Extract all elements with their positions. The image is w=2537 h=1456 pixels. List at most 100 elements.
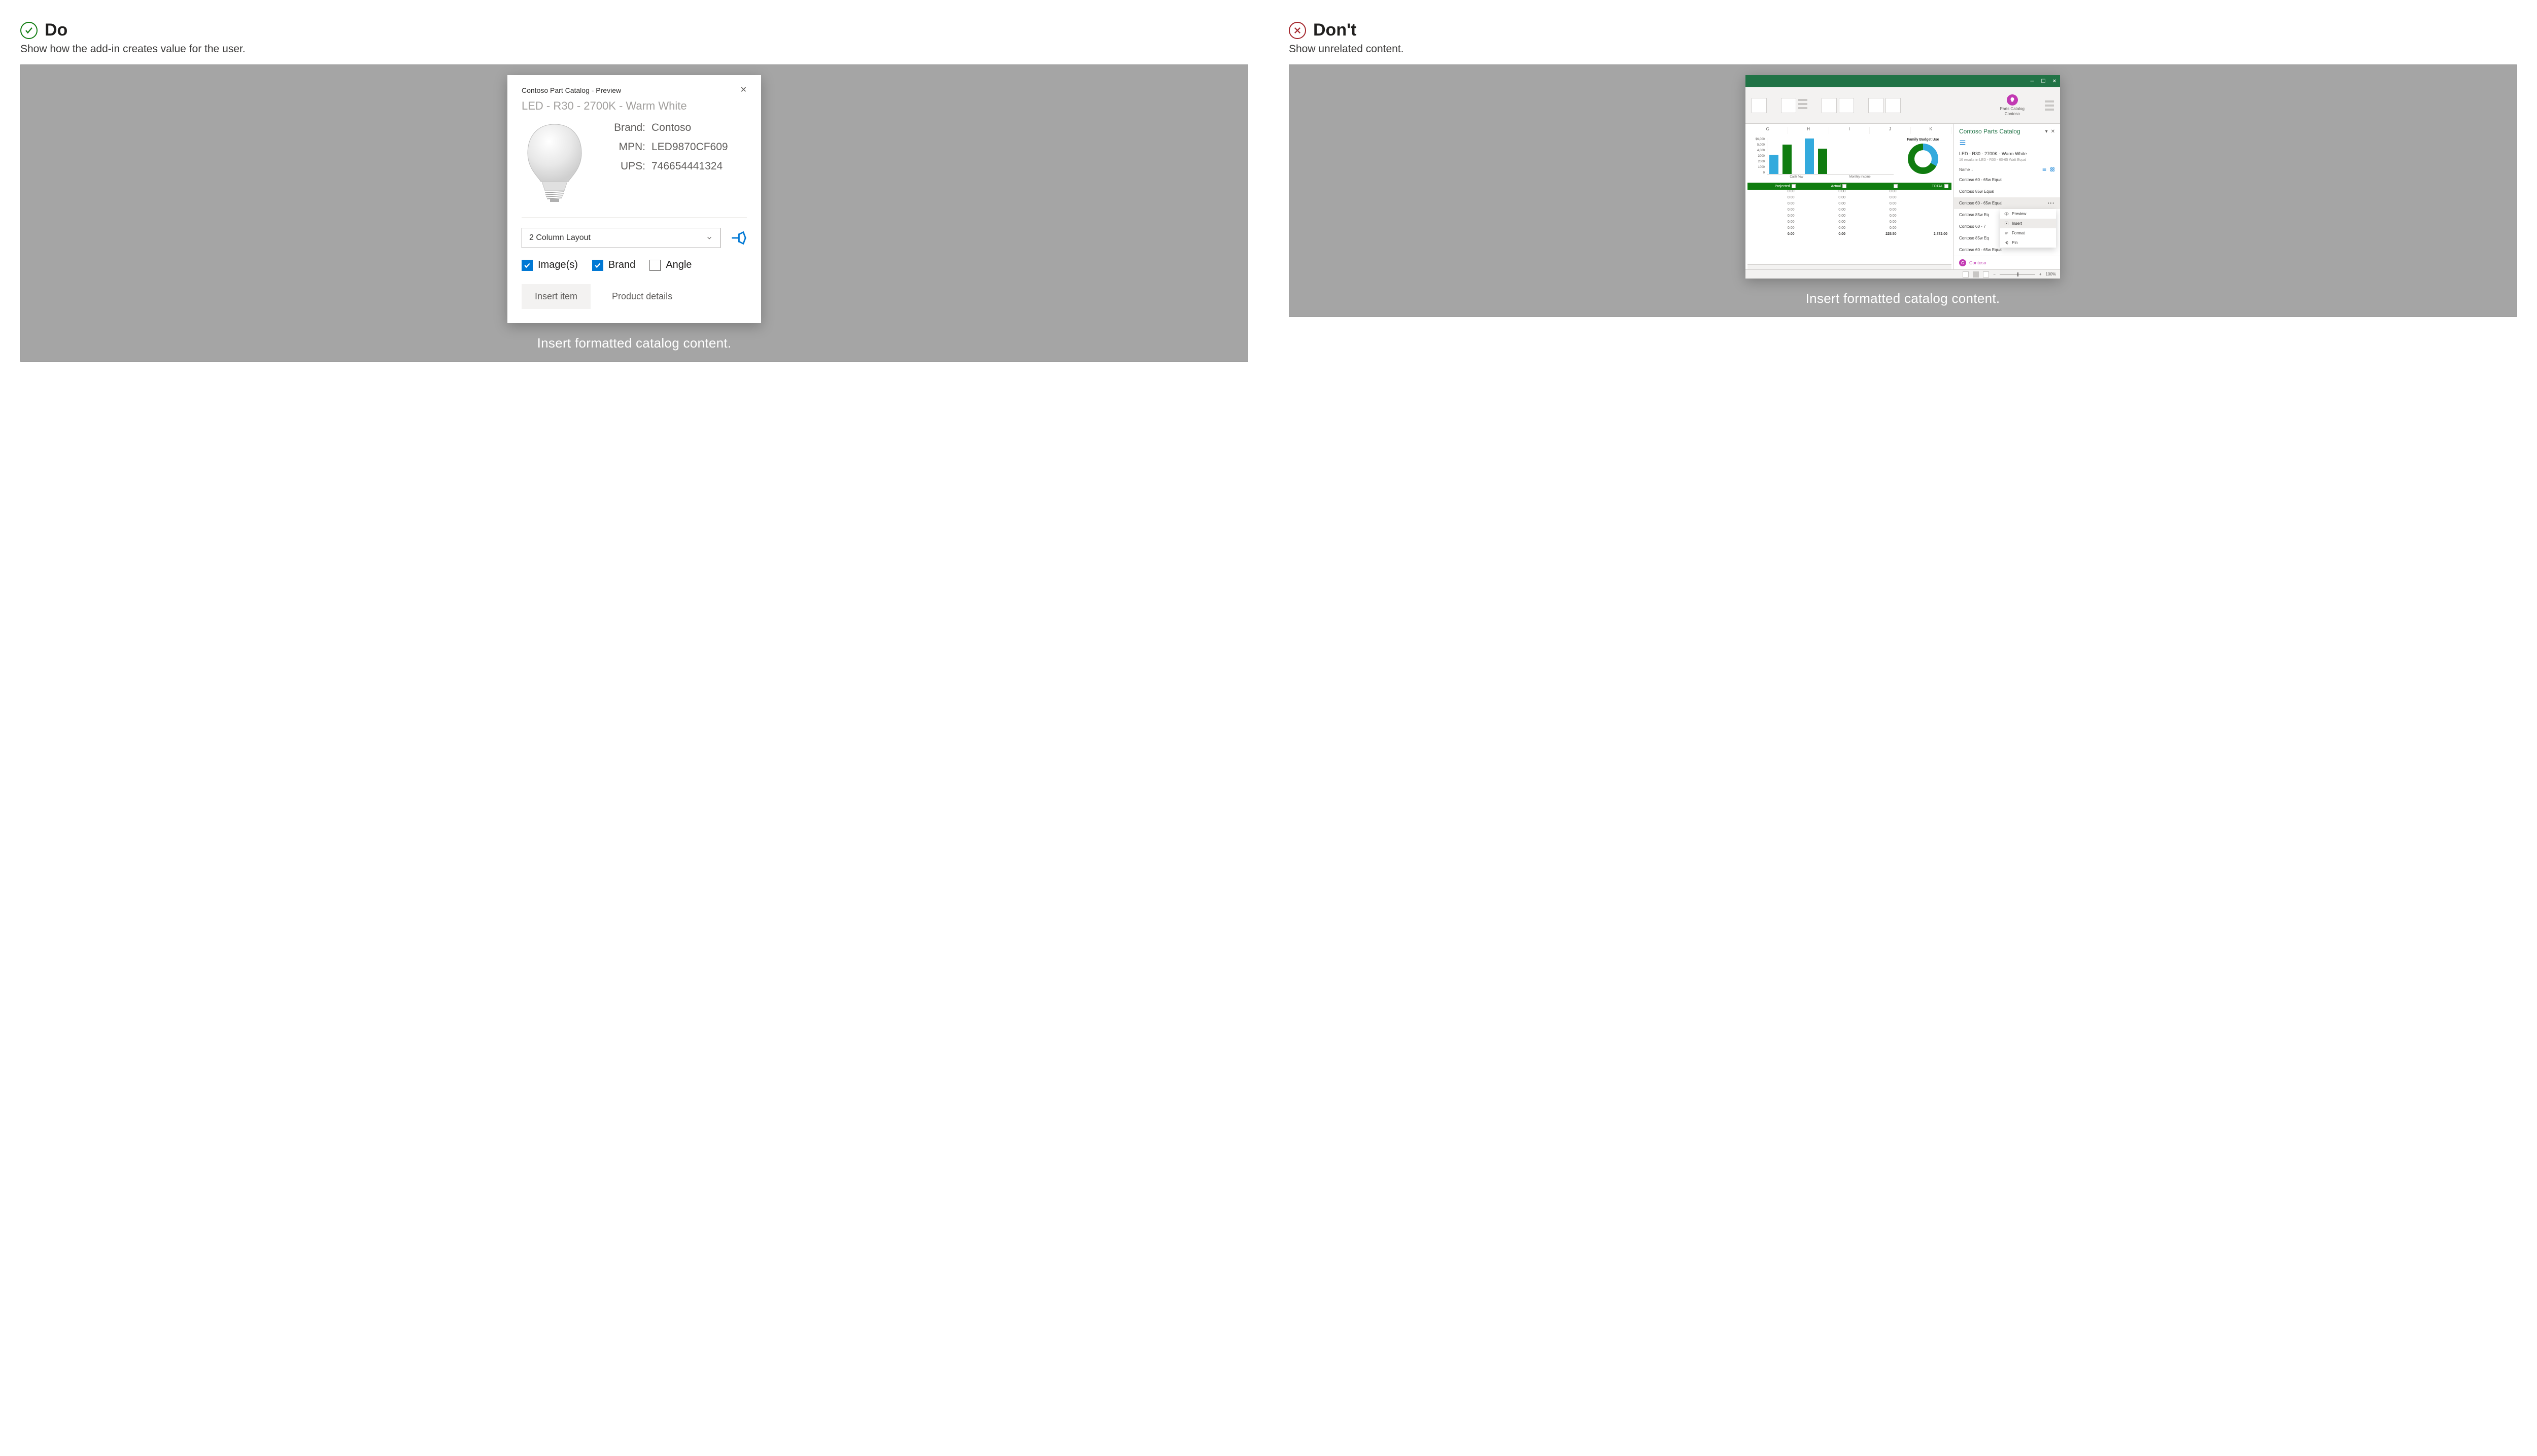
pane-menu-icon[interactable]: ▾ (2045, 129, 2048, 134)
list-item[interactable]: Contoso 85w Equal (1954, 186, 2060, 197)
table-row[interactable]: 0.000.000.00 (1747, 196, 1951, 202)
filter-dropdown-icon[interactable] (1842, 184, 1846, 188)
do-tile: Contoso Part Catalog - Preview ✕ LED - R… (20, 64, 1248, 362)
col-header[interactable]: H (1788, 127, 1829, 134)
table-row[interactable]: 0.000.000.00 (1747, 220, 1951, 226)
list-view-icon[interactable] (2042, 167, 2047, 172)
status-bar: − + 100% (1745, 269, 2060, 279)
results-list: Contoso 60 - 65w Equal Contoso 85w Equal… (1954, 174, 2060, 256)
dialog-actions: Insert item Product details (522, 284, 747, 309)
pin-icon[interactable] (730, 229, 747, 247)
table-body: 0.000.000.000.000.000.000.000.000.000.00… (1747, 190, 1951, 238)
table-row[interactable]: 0.000.000.00 (1747, 214, 1951, 220)
view-break-icon[interactable] (1983, 271, 1989, 278)
zoom-slider[interactable] (2000, 274, 2035, 275)
dont-caption: Insert formatted catalog content. (1806, 291, 2000, 306)
divider (522, 217, 747, 218)
context-menu: Preview Insert Format Pin (2000, 209, 2056, 248)
brand-value: Contoso (652, 122, 691, 134)
excel-window: ─ ☐ ✕ (1745, 75, 2060, 279)
brand-avatar: C (1959, 259, 1966, 266)
filter-dropdown-icon[interactable] (1944, 184, 1948, 188)
table-row[interactable]: 0.000.000.00 (1747, 190, 1951, 196)
do-heading: Do (20, 20, 1248, 40)
filter-dropdown-icon[interactable] (1894, 184, 1898, 188)
col-header[interactable]: K (1911, 127, 1951, 134)
worksheet[interactable]: G H I J K $6,000 5,000 4,000 3000 (1745, 124, 1953, 269)
col-header[interactable]: I (1829, 127, 1870, 134)
close-icon[interactable]: ✕ (2052, 79, 2057, 84)
addin-bulb-icon (2007, 94, 2018, 106)
images-checkbox[interactable]: Image(s) (522, 259, 578, 271)
sort-label[interactable]: Name (1959, 167, 1970, 172)
bars (1767, 138, 1894, 175)
dialog-titlebar: Contoso Part Catalog - Preview ✕ (522, 86, 747, 94)
horizontal-scrollbar[interactable] (1747, 264, 1951, 269)
brand-name[interactable]: Contoso (1969, 260, 1986, 265)
window-titlebar: ─ ☐ ✕ (1745, 75, 2060, 87)
do-column: Do Show how the add-in creates value for… (20, 20, 1248, 362)
menu-insert[interactable]: Insert (2000, 219, 2056, 228)
close-icon[interactable]: ✕ (740, 86, 747, 94)
th-projected: Projected (1775, 185, 1790, 188)
brand-label: Brand: (604, 122, 645, 134)
th-actual: Actual (1831, 185, 1841, 188)
ribbon: Parts Catalog Contoso (1745, 87, 2060, 124)
preview-dialog: Contoso Part Catalog - Preview ✕ LED - R… (507, 75, 761, 323)
dont-column: Don't Show unrelated content. ─ ☐ ✕ (1289, 20, 2517, 362)
zoom-minus-icon[interactable]: − (1993, 272, 1996, 276)
minimize-icon[interactable]: ─ (2030, 79, 2035, 84)
filter-dropdown-icon[interactable] (1792, 184, 1796, 188)
pane-close-icon[interactable]: ✕ (2051, 129, 2055, 134)
ribbon-group (1822, 98, 1854, 113)
excel-body: G H I J K $6,000 5,000 4,000 3000 (1745, 124, 2060, 269)
addin-label-1: Parts Catalog (2000, 107, 2025, 112)
more-icon[interactable]: ••• (2048, 201, 2055, 205)
check-circle-icon (20, 22, 38, 39)
list-item-selected[interactable]: Contoso 60 - 65w Equal••• (1954, 197, 2060, 209)
menu-pin[interactable]: Pin (2000, 238, 2056, 248)
bar-chart[interactable]: $6,000 5,000 4,000 3000 2000 1000 0 (1751, 138, 1894, 179)
table-row[interactable]: 0.000.00225.502,872.00 (1747, 232, 1951, 238)
brand-checkbox[interactable]: Brand (592, 259, 635, 271)
dialog-title: Contoso Part Catalog - Preview (522, 86, 621, 94)
zoom-plus-icon[interactable]: + (2039, 272, 2042, 276)
dont-heading: Don't (1289, 20, 2517, 40)
y-axis-labels: $6,000 5,000 4,000 3000 2000 1000 0 (1751, 138, 1765, 175)
task-pane: Contoso Parts Catalog ▾✕ LED - R30 - 270… (1953, 124, 2060, 269)
table-row[interactable]: 0.000.000.00 (1747, 226, 1951, 232)
product-row: Brand:Contoso MPN:LED9870CF609 UPS:74665… (522, 122, 747, 203)
pane-footer: C Contoso (1954, 256, 2060, 269)
view-normal-icon[interactable] (1963, 271, 1969, 278)
images-label: Image(s) (538, 259, 578, 271)
insert-item-button[interactable]: Insert item (522, 284, 591, 309)
layout-dropdown[interactable]: 2 Column Layout (522, 228, 721, 248)
menu-format[interactable]: Format (2000, 228, 2056, 238)
col-header[interactable]: J (1870, 127, 1910, 134)
angle-label: Angle (666, 259, 692, 271)
dont-heading-text: Don't (1313, 20, 1357, 40)
col-header[interactable]: G (1747, 127, 1788, 134)
table-row[interactable]: 0.000.000.00 (1747, 208, 1951, 214)
product-details-button[interactable]: Product details (599, 284, 685, 309)
ribbon-group (1752, 98, 1767, 113)
hamburger-icon[interactable] (1954, 137, 2060, 149)
donut-chart[interactable]: Family Budget Use (1898, 138, 1948, 179)
ribbon-addin-button[interactable]: Parts Catalog Contoso (2000, 94, 2025, 116)
bar-segment (1782, 145, 1792, 174)
do-subheading: Show how the add-in creates value for th… (20, 43, 1248, 55)
ribbon-group (1781, 98, 1807, 113)
angle-checkbox[interactable]: Angle (649, 259, 692, 271)
maximize-icon[interactable]: ☐ (2041, 79, 2046, 84)
sort-arrow-icon[interactable]: ↓ (1971, 167, 1973, 172)
charts-area: $6,000 5,000 4,000 3000 2000 1000 0 (1747, 134, 1951, 183)
donut-graphic (1908, 144, 1938, 174)
view-page-icon[interactable] (1973, 271, 1979, 278)
table-header: Projected Actual TOTAL (1747, 183, 1951, 190)
x-axis-labels: Cash flow Monthly income (1767, 176, 1894, 179)
table-row[interactable]: 0.000.000.00 (1747, 202, 1951, 208)
grid-view-icon[interactable] (2050, 167, 2055, 172)
menu-preview[interactable]: Preview (2000, 209, 2056, 219)
list-item[interactable]: Contoso 60 - 65w Equal (1954, 174, 2060, 186)
pane-breadcrumb[interactable]: LED - R30 - 2700K - Warm White (1954, 149, 2060, 158)
